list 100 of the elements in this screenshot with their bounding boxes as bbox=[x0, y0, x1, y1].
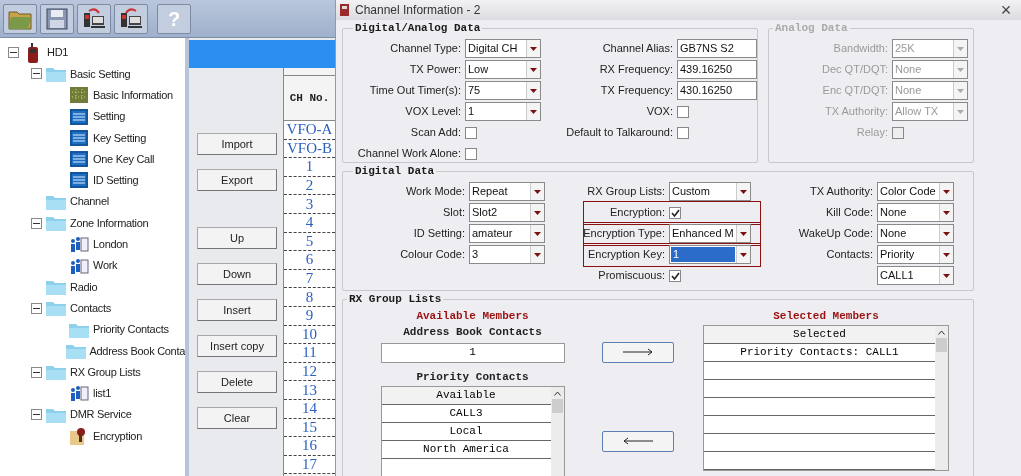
scroll-up-icon[interactable] bbox=[938, 330, 945, 335]
expander-icon[interactable] bbox=[31, 68, 42, 80]
channel-number-cell[interactable]: 17 bbox=[284, 455, 335, 475]
channel-number-cell[interactable]: 6 bbox=[284, 251, 335, 270]
channel-number-cell[interactable]: 13 bbox=[284, 381, 335, 400]
tree-item[interactable]: Priority Contacts bbox=[93, 321, 169, 338]
channel-action-button[interactable]: Delete bbox=[197, 371, 277, 393]
tree-item[interactable]: Zone Information bbox=[70, 214, 149, 232]
expander-icon[interactable] bbox=[31, 366, 42, 378]
channel-number-cell[interactable]: 2 bbox=[284, 176, 335, 196]
text-field[interactable]: 439.16250 bbox=[677, 60, 757, 79]
tree-item[interactable]: DMR Service bbox=[70, 406, 132, 423]
channel-action-button[interactable]: Export bbox=[197, 169, 277, 191]
text-field[interactable]: GB7NS S2 bbox=[677, 39, 757, 58]
save-icon[interactable] bbox=[40, 3, 74, 34]
channel-number-cell[interactable]: 10 bbox=[284, 325, 335, 345]
checkbox[interactable] bbox=[465, 147, 477, 160]
checkbox[interactable] bbox=[465, 126, 477, 139]
scroll-thumb[interactable] bbox=[551, 399, 563, 413]
list-row[interactable]: North America bbox=[381, 441, 551, 459]
dropdown-arrow-icon bbox=[943, 252, 950, 257]
channel-action-button[interactable]: Import bbox=[197, 133, 277, 155]
dropdown[interactable]: Slot2 bbox=[469, 203, 545, 222]
channel-number-cell[interactable]: 3 bbox=[284, 195, 335, 214]
dropdown[interactable]: 1 bbox=[465, 102, 541, 121]
field-label: Channel Alias: bbox=[602, 41, 673, 57]
dropdown[interactable]: amateur bbox=[469, 224, 545, 243]
tree-item[interactable]: HD1 bbox=[47, 44, 69, 61]
channel-number-cell[interactable]: VFO-A bbox=[284, 121, 335, 140]
channel-action-button[interactable]: Insert bbox=[197, 299, 277, 321]
tree-item[interactable]: Address Book Conta bbox=[89, 342, 185, 360]
expander-icon[interactable] bbox=[31, 302, 42, 314]
dropdown-arrow-icon bbox=[534, 231, 541, 236]
channel-number-cell[interactable]: 4 bbox=[284, 213, 335, 233]
scroll-up-icon[interactable] bbox=[553, 391, 561, 396]
dropdown[interactable]: CALL1 bbox=[877, 266, 954, 285]
expander-icon[interactable] bbox=[31, 217, 42, 229]
channel-number-cell[interactable]: 16 bbox=[284, 437, 335, 456]
tree-item[interactable]: London bbox=[93, 236, 128, 253]
channel-number-cell[interactable]: 5 bbox=[284, 232, 335, 252]
checkbox[interactable] bbox=[669, 269, 681, 282]
dropdown[interactable]: Low bbox=[465, 60, 541, 79]
tree-item[interactable]: RX Group Lists bbox=[70, 363, 141, 381]
dropdown[interactable]: Color Code bbox=[877, 182, 954, 201]
dropdown[interactable]: Priority bbox=[877, 245, 954, 264]
checkbox[interactable] bbox=[669, 206, 681, 219]
open-folder-icon[interactable] bbox=[3, 3, 37, 34]
dropdown[interactable]: Digital CH bbox=[465, 39, 541, 58]
channel-number-cell[interactable]: 9 bbox=[284, 306, 335, 326]
scrollbar[interactable] bbox=[935, 326, 948, 470]
list-row[interactable]: Local bbox=[381, 423, 551, 441]
channel-number-cell[interactable]: 1 bbox=[284, 158, 335, 177]
dropdown[interactable]: 3 bbox=[469, 245, 545, 264]
scroll-thumb[interactable] bbox=[936, 338, 947, 352]
dropdown[interactable]: 1 bbox=[669, 245, 751, 264]
dropdown[interactable]: None bbox=[877, 224, 954, 243]
tree-item[interactable]: Basic Information bbox=[93, 87, 173, 104]
checkbox[interactable] bbox=[677, 105, 689, 118]
channel-action-button[interactable]: Down bbox=[197, 263, 277, 285]
radio-to-computer-icon[interactable] bbox=[77, 3, 111, 34]
dropdown[interactable]: Repeat bbox=[469, 182, 545, 201]
remove-arrow-button[interactable] bbox=[602, 430, 674, 452]
channel-number-cell[interactable]: 11 bbox=[284, 344, 335, 363]
channel-number-cell[interactable]: 14 bbox=[284, 399, 335, 419]
tree-item[interactable]: Radio bbox=[70, 278, 98, 296]
checkmark-icon bbox=[670, 271, 680, 280]
tree-item[interactable]: Setting bbox=[93, 108, 126, 125]
dropdown[interactable]: Custom bbox=[669, 182, 751, 201]
channel-action-button[interactable]: Up bbox=[197, 227, 277, 249]
close-button[interactable]: × bbox=[995, 0, 1017, 20]
dropdown[interactable]: 75 bbox=[465, 81, 541, 100]
list-row[interactable]: CALL3 bbox=[381, 405, 551, 423]
tree-item[interactable]: One Key Call bbox=[93, 150, 155, 168]
dropdown[interactable]: Enhanced M bbox=[669, 224, 751, 243]
dropdown-arrow-icon bbox=[943, 210, 950, 215]
channel-action-button[interactable]: Insert copy bbox=[197, 335, 277, 357]
computer-to-radio-icon[interactable] bbox=[114, 3, 148, 34]
tree-item[interactable]: list1 bbox=[93, 385, 112, 402]
tree-item[interactable]: Basic Setting bbox=[70, 65, 131, 83]
list-row[interactable]: Priority Contacts: CALL1 bbox=[704, 344, 935, 362]
channel-number-cell[interactable]: 7 bbox=[284, 269, 335, 289]
tree-item[interactable]: ID Setting bbox=[93, 172, 139, 189]
field-label: Time Out Timer(s): bbox=[369, 83, 461, 99]
expander-icon[interactable] bbox=[8, 47, 19, 59]
tree-item[interactable]: Channel bbox=[70, 193, 109, 210]
tree-item[interactable]: Contacts bbox=[70, 299, 111, 317]
scrollbar[interactable] bbox=[550, 387, 564, 476]
channel-number-cell[interactable]: VFO-B bbox=[284, 139, 335, 159]
checkbox[interactable] bbox=[677, 126, 689, 139]
add-arrow-button[interactable] bbox=[602, 341, 674, 363]
tree-item[interactable]: Key Setting bbox=[93, 129, 146, 147]
text-field[interactable]: 1 bbox=[380, 342, 565, 363]
text-field[interactable]: 430.16250 bbox=[677, 81, 757, 100]
channel-action-button[interactable]: Clear bbox=[197, 407, 277, 429]
dropdown[interactable]: None bbox=[877, 203, 954, 222]
channel-number-cell[interactable]: 12 bbox=[284, 362, 335, 382]
expander-icon[interactable] bbox=[31, 409, 42, 421]
tree-item[interactable]: Encryption bbox=[93, 427, 142, 445]
tree-item[interactable]: Work bbox=[93, 257, 118, 274]
channel-number-cell[interactable]: 8 bbox=[284, 288, 335, 307]
